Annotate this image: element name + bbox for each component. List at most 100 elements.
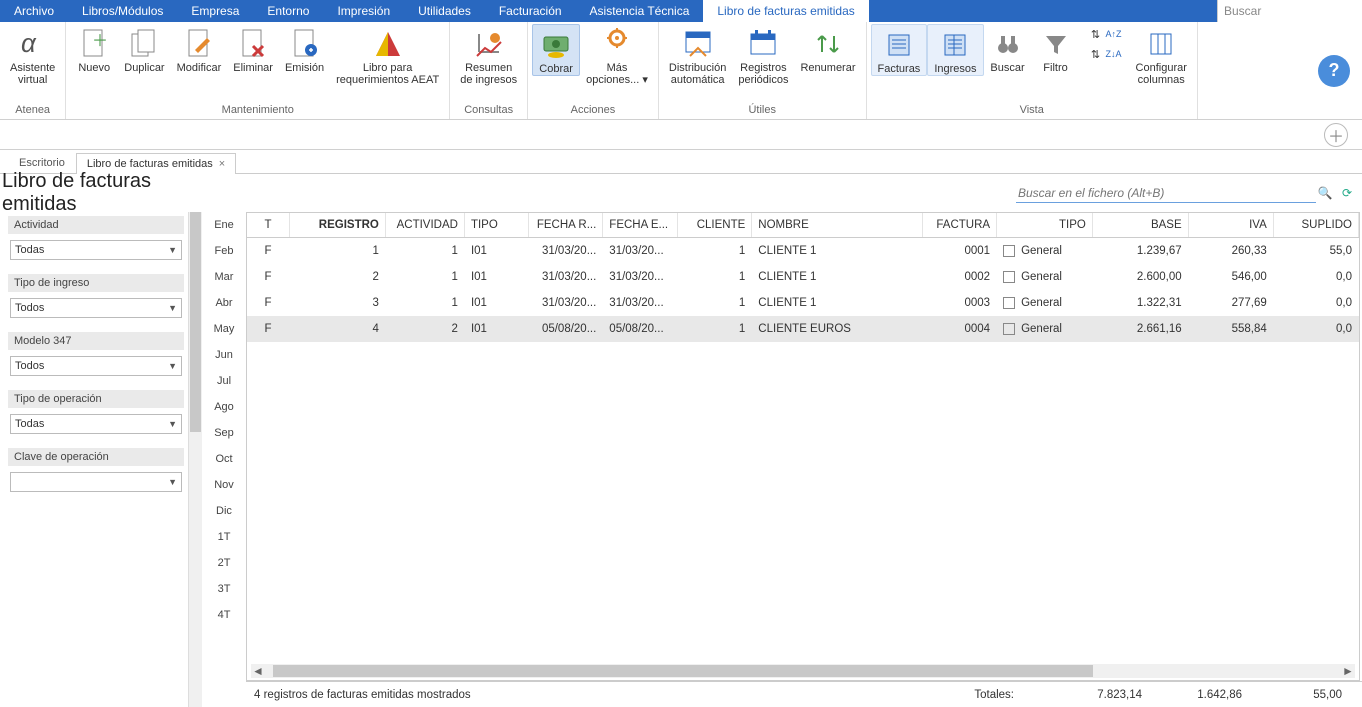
menu-entorno[interactable]: Entorno bbox=[253, 0, 323, 22]
month-oct[interactable]: Oct bbox=[202, 446, 246, 472]
chevron-down-icon: ▼ bbox=[168, 361, 177, 371]
duplicar-button[interactable]: Duplicar bbox=[118, 24, 170, 74]
scroll-left-icon[interactable]: ◄ bbox=[251, 664, 265, 678]
table-row[interactable]: F31I0131/03/20...31/03/20...1CLIENTE 100… bbox=[247, 290, 1359, 316]
libro-aeat-button[interactable]: Libro para requerimientos AEAT bbox=[330, 24, 445, 86]
ingresos-button[interactable]: Ingresos bbox=[927, 24, 983, 76]
filter-modelo347-select[interactable]: Todos▼ bbox=[10, 356, 182, 376]
money-icon bbox=[540, 29, 572, 61]
month-jun[interactable]: Jun bbox=[202, 342, 246, 368]
facturas-button[interactable]: Facturas bbox=[871, 24, 928, 76]
table-row[interactable]: F11I0131/03/20...31/03/20...1CLIENTE 100… bbox=[247, 238, 1359, 265]
col-header[interactable]: IVA bbox=[1188, 213, 1273, 238]
menu-archivo[interactable]: Archivo bbox=[0, 0, 68, 22]
month-2t[interactable]: 2T bbox=[202, 550, 246, 576]
menu-utilidades[interactable]: Utilidades bbox=[404, 0, 485, 22]
col-header[interactable]: ACTIVIDAD bbox=[385, 213, 464, 238]
month-ene[interactable]: Ene bbox=[202, 212, 246, 238]
col-header[interactable]: FECHA R... bbox=[528, 213, 603, 238]
month-3t[interactable]: 3T bbox=[202, 576, 246, 602]
add-tab-button[interactable]: ＋ bbox=[1324, 123, 1348, 147]
group-mantenimiento-label: Mantenimiento bbox=[70, 102, 445, 119]
distribucion-button[interactable]: Distribución automática bbox=[663, 24, 732, 86]
page-title: Libro de facturas emitidas bbox=[0, 170, 202, 216]
resumen-ingresos-button[interactable]: Resumen de ingresos bbox=[454, 24, 523, 86]
month-may[interactable]: May bbox=[202, 316, 246, 342]
col-header[interactable]: BASE bbox=[1092, 213, 1188, 238]
modificar-button[interactable]: Modificar bbox=[171, 24, 228, 74]
menu-facturacion[interactable]: Facturación bbox=[485, 0, 576, 22]
col-header[interactable]: SUPLIDO bbox=[1273, 213, 1358, 238]
asistente-virtual-button[interactable]: α Asistente virtual bbox=[4, 24, 61, 86]
month-dic[interactable]: Dic bbox=[202, 498, 246, 524]
sort-asc-button[interactable]: ⇅A↑Z bbox=[1084, 24, 1126, 44]
col-header[interactable]: CLIENTE bbox=[677, 213, 752, 238]
svg-text:＋: ＋ bbox=[92, 33, 108, 50]
month-1t[interactable]: 1T bbox=[202, 524, 246, 550]
col-header[interactable]: FACTURA bbox=[922, 213, 997, 238]
month-nov[interactable]: Nov bbox=[202, 472, 246, 498]
menu-asistencia[interactable]: Asistencia Técnica bbox=[576, 0, 704, 22]
renumerar-button[interactable]: Renumerar bbox=[794, 24, 861, 74]
search-icon[interactable]: 🔍 bbox=[1316, 186, 1334, 200]
help-icon[interactable]: ? bbox=[1318, 55, 1350, 87]
registros-periodicos-button[interactable]: Registros periódicos bbox=[732, 24, 794, 86]
eliminar-button[interactable]: Eliminar bbox=[227, 24, 279, 74]
table-row[interactable]: F21I0131/03/20...31/03/20...1CLIENTE 100… bbox=[247, 264, 1359, 290]
filter-actividad-select[interactable]: Todas▼ bbox=[10, 240, 182, 260]
month-feb[interactable]: Feb bbox=[202, 238, 246, 264]
totales-label: Totales: bbox=[934, 689, 1054, 701]
refresh-icon[interactable]: ⟳ bbox=[1338, 186, 1356, 200]
mas-opciones-button[interactable]: Más opciones... ▾ bbox=[580, 24, 654, 86]
summary-icon bbox=[473, 28, 505, 60]
col-header[interactable]: TIPO bbox=[997, 213, 1093, 238]
menu-impresion[interactable]: Impresión bbox=[323, 0, 404, 22]
col-header[interactable]: TIPO bbox=[464, 213, 528, 238]
filter-tipo-ingreso-select[interactable]: Todos▼ bbox=[10, 298, 182, 318]
month-ago[interactable]: Ago bbox=[202, 394, 246, 420]
new-icon: ＋ bbox=[78, 28, 110, 60]
filter-scrollbar[interactable] bbox=[188, 212, 202, 707]
columns-icon bbox=[1145, 28, 1177, 60]
col-header[interactable]: NOMBRE bbox=[752, 213, 922, 238]
edit-icon bbox=[183, 28, 215, 60]
distribution-icon bbox=[682, 28, 714, 60]
delete-icon bbox=[237, 28, 269, 60]
filter-clave-operacion-label: Clave de operación bbox=[8, 448, 184, 466]
month-sep[interactable]: Sep bbox=[202, 420, 246, 446]
cobrar-button[interactable]: Cobrar bbox=[532, 24, 580, 76]
status-bar: 4 registros de facturas emitidas mostrad… bbox=[246, 681, 1362, 707]
filtro-button[interactable]: Filtro bbox=[1032, 24, 1080, 74]
month-mar[interactable]: Mar bbox=[202, 264, 246, 290]
filter-clave-operacion-select[interactable]: ▼ bbox=[10, 472, 182, 492]
menu-libro-facturas[interactable]: Libro de facturas emitidas bbox=[703, 0, 868, 22]
scroll-right-icon[interactable]: ► bbox=[1341, 664, 1355, 678]
menu-search[interactable]: Buscar bbox=[1217, 0, 1362, 22]
configurar-columnas-button[interactable]: Configurar columnas bbox=[1130, 24, 1193, 86]
table-search[interactable] bbox=[1016, 184, 1316, 203]
col-header[interactable]: FECHA E... bbox=[603, 213, 678, 238]
more-icon bbox=[601, 28, 633, 60]
buscar-button[interactable]: Buscar bbox=[984, 24, 1032, 74]
chevron-down-icon: ▼ bbox=[168, 245, 177, 255]
invoices-icon bbox=[883, 29, 915, 61]
table-row[interactable]: F42I0105/08/20...05/08/20...1CLIENTE EUR… bbox=[247, 316, 1359, 342]
sort-desc-button[interactable]: ⇅Z↓A bbox=[1084, 44, 1126, 64]
ribbon: α Asistente virtual Atenea ＋Nuevo Duplic… bbox=[0, 22, 1362, 120]
month-4t[interactable]: 4T bbox=[202, 602, 246, 628]
menu-bar: Archivo Libros/Módulos Empresa Entorno I… bbox=[0, 0, 1362, 22]
col-header[interactable]: REGISTRO bbox=[290, 213, 386, 238]
menu-empresa[interactable]: Empresa bbox=[177, 0, 253, 22]
emision-button[interactable]: Emisión bbox=[279, 24, 330, 74]
aeat-icon bbox=[372, 28, 404, 60]
month-jul[interactable]: Jul bbox=[202, 368, 246, 394]
horizontal-scrollbar[interactable]: ◄ ► bbox=[251, 664, 1355, 678]
nuevo-button[interactable]: ＋Nuevo bbox=[70, 24, 118, 74]
menu-libros[interactable]: Libros/Módulos bbox=[68, 0, 177, 22]
col-header[interactable]: T bbox=[247, 213, 290, 238]
month-abr[interactable]: Abr bbox=[202, 290, 246, 316]
filter-tipo-operacion-select[interactable]: Todas▼ bbox=[10, 414, 182, 434]
table-search-input[interactable] bbox=[1018, 186, 1314, 200]
close-tab-icon[interactable]: × bbox=[219, 158, 225, 170]
chevron-down-icon: ▼ bbox=[168, 303, 177, 313]
